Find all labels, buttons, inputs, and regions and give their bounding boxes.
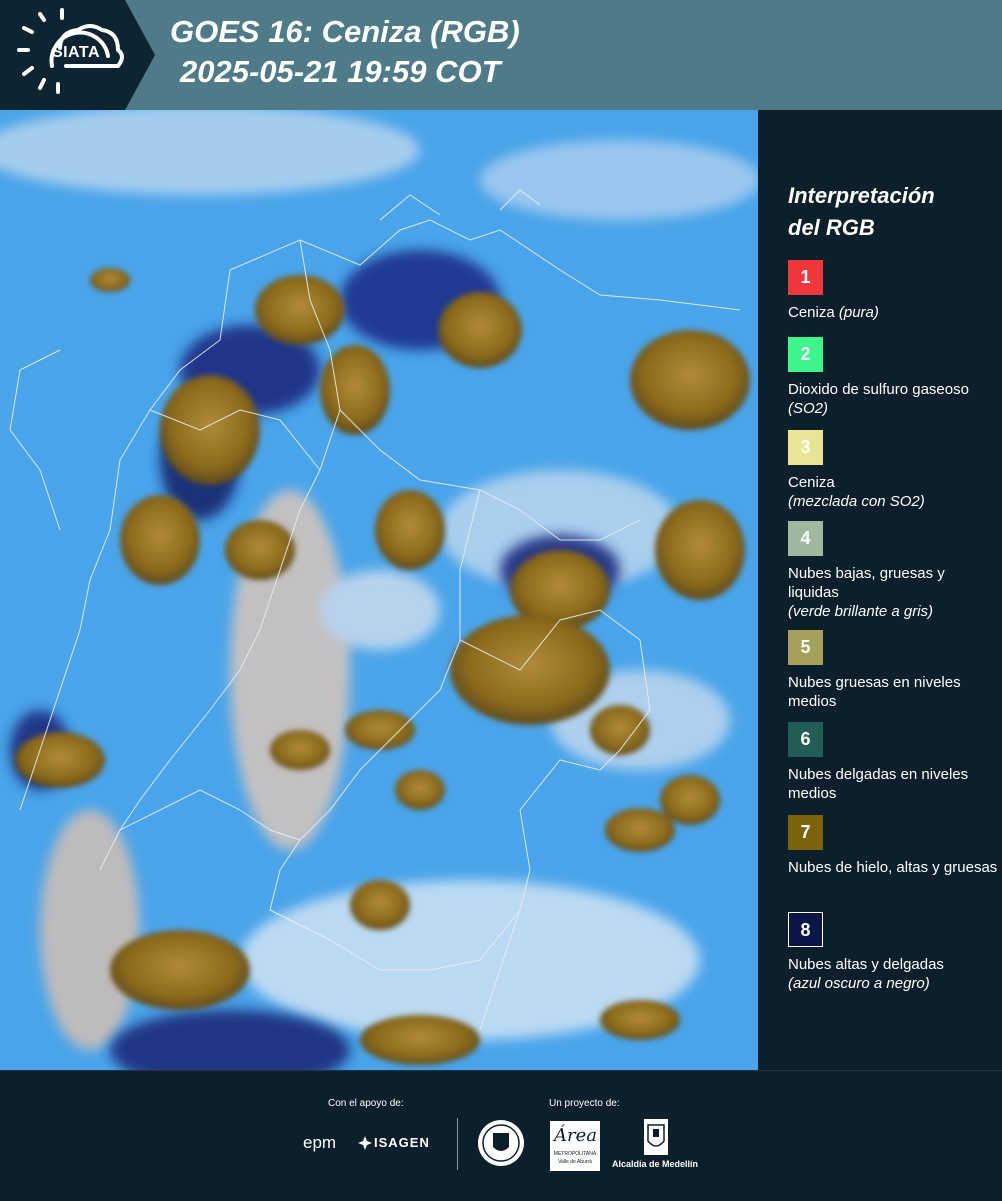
coat-of-arms-icon (644, 1119, 668, 1159)
legend-swatch: 4 (788, 521, 823, 556)
legend-label: Nubes delgadas en niveles medios (788, 766, 969, 802)
legend-label: Dioxido de sulfuro gaseoso (SO2) (788, 381, 969, 417)
legend-swatch: 6 (788, 722, 823, 757)
footer-divider (457, 1118, 458, 1170)
legend-swatch: 3 (788, 430, 823, 465)
legend-label: Ceniza (mezclada con SO2) (788, 474, 925, 510)
legend-label: Nubes de hielo, altas y gruesas (788, 859, 998, 876)
legend-swatch: 8 (788, 912, 823, 947)
area-name: METROPOLITANA (553, 1151, 597, 1157)
siata-logo: SIATA (0, 0, 155, 110)
legend-label: Nubes gruesas en niveles medios (788, 674, 961, 710)
legend-item-3: 3 Ceniza (mezclada con SO2) (788, 430, 998, 511)
satellite-image (0, 110, 758, 1070)
legend-item-6: 6 Nubes delgadas en niveles medios (788, 722, 998, 803)
legend-label: Nubes bajas, gruesas y liquidas (verde br… (788, 565, 945, 620)
isagen-icon (358, 1135, 372, 1154)
legend-label: Ceniza (pura) (788, 304, 879, 321)
legend-item-8: 8 Nubes altas y delgadas (azul oscuro a n… (788, 912, 998, 993)
legend-item-2: 2 Dioxido de sulfuro gaseoso (SO2) (788, 337, 998, 418)
page-title: GOES 16: Ceniza (RGB) (170, 14, 520, 49)
legend-swatch: 5 (788, 630, 823, 665)
legend-item-5: 5 Nubes gruesas en niveles medios (788, 630, 998, 711)
epm-logo: epm (303, 1133, 337, 1152)
alcaldia-label: Alcaldía de Medellín (612, 1159, 699, 1169)
legend-title: Interpretación del RGB (788, 180, 988, 244)
legend-item-4: 4 Nubes bajas, gruesas y liquidas (verde … (788, 521, 998, 621)
timestamp: 2025-05-21 19:59 COT (180, 54, 501, 89)
legend-item-7: 7 Nubes de hielo, altas y gruesas (788, 815, 998, 877)
legend-label: Nubes altas y delgadas (azul oscuro a neg… (788, 956, 944, 992)
legend-swatch: 7 (788, 815, 823, 850)
legend-title-line2: del RGB (788, 215, 875, 240)
legend-title-line1: Interpretación (788, 183, 935, 208)
legend-swatch: 2 (788, 337, 823, 372)
area-subtitle: Valle de Aburrá (558, 1159, 592, 1165)
area-script-text: Área (554, 1125, 597, 1146)
legend-swatch: 1 (788, 260, 823, 295)
area-metropolitana-logo: Área METROPOLITANA Valle de Aburrá (550, 1121, 600, 1171)
header-bar: SIATA GOES 16: Ceniza (RGB) 2025-05-21 1… (0, 0, 1002, 110)
university-seal-icon (477, 1119, 525, 1171)
support-label: Con el apoyo de: (328, 1098, 404, 1109)
footer: Con el apoyo de: Un proyecto de: epm ISA… (0, 1070, 1002, 1201)
isagen-logo: ISAGEN (374, 1135, 430, 1150)
project-label: Un proyecto de: (549, 1098, 620, 1109)
logo-text: SIATA (51, 44, 101, 61)
legend-item-1: 1 Ceniza (pura) (788, 260, 998, 322)
satellite-map (0, 110, 758, 1070)
legend-panel: Interpretación del RGB 1 Ceniza (pura) 2… (760, 110, 1002, 1070)
